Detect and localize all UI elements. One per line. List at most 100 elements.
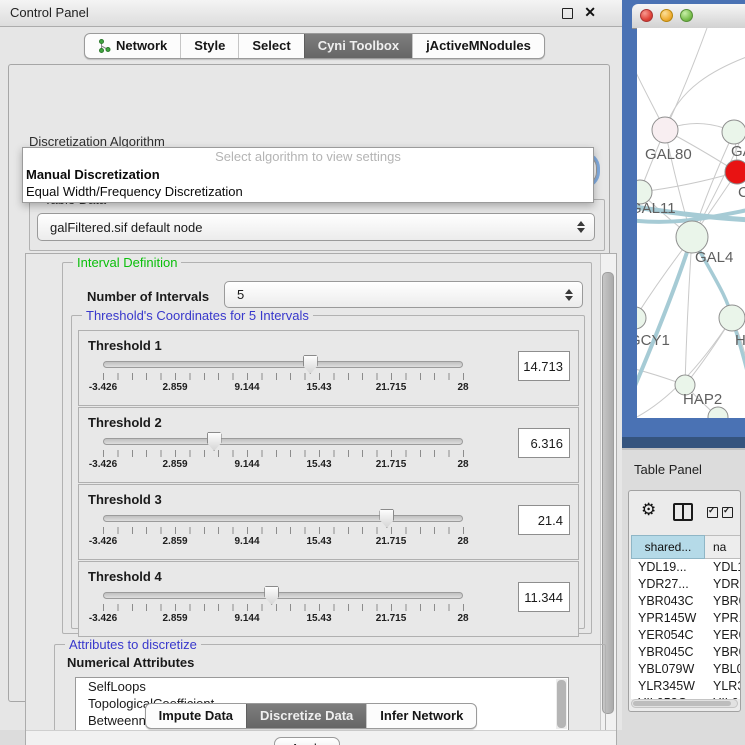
threshold-2-slider[interactable]: -3.426 2.859 9.144 15.43 21.715 28 — [103, 436, 463, 476]
table-row[interactable]: YBR045CYBR0 — [631, 644, 741, 661]
table-panel-toolbar: ⚙ — [629, 495, 740, 529]
horizontal-scrollbar[interactable] — [631, 699, 738, 708]
checkbox-icon[interactable] — [707, 507, 718, 518]
table-header-row: shared... na — [631, 535, 741, 559]
cell[interactable]: YBL079W — [631, 661, 705, 678]
algorithm-popup-hint: Select algorithm to view settings — [23, 148, 593, 166]
tab-infer-network[interactable]: Infer Network — [366, 704, 476, 728]
popup-option-manual-discretization[interactable]: Manual Discretization — [23, 166, 593, 183]
slider-track[interactable] — [103, 361, 463, 368]
table-row[interactable]: YPR145WYPR1 — [631, 610, 741, 627]
table-panel-titlebar: Table Panel — [622, 448, 745, 488]
slider-track[interactable] — [103, 438, 463, 445]
numerical-attributes-label: Numerical Attributes — [67, 655, 194, 670]
table-data-combobox[interactable]: galFiltered.sif default node — [37, 213, 595, 241]
cell[interactable]: YDR2 — [705, 576, 741, 593]
table-panel: ⚙ shared... na YDL19...YDL1 YDR27...YDR2… — [628, 490, 741, 712]
cell[interactable]: YLR3 — [705, 678, 741, 695]
table-row[interactable]: YER054CYER0 — [631, 627, 741, 644]
slider-ticks — [103, 527, 464, 534]
list-item[interactable]: SelfLoops — [76, 678, 568, 695]
cell[interactable]: YDL19... — [631, 559, 705, 576]
close-traffic-light-icon[interactable] — [640, 9, 653, 22]
tick-label: 15.43 — [294, 459, 344, 470]
cell[interactable]: YER054C — [631, 627, 705, 644]
tick-label: 2.859 — [150, 459, 200, 470]
apply-button[interactable]: Apply — [274, 737, 340, 745]
cell[interactable]: YBR045C — [631, 644, 705, 661]
tab-select[interactable]: Select — [238, 34, 303, 58]
split-columns-icon[interactable] — [673, 503, 693, 521]
table-row[interactable]: YBL079WYBL0 — [631, 661, 741, 678]
tab-impute-data[interactable]: Impute Data — [146, 704, 246, 728]
combo-spinner-icon — [577, 221, 585, 233]
threshold-1-value-field[interactable]: 14.713 — [518, 351, 570, 381]
slider-track[interactable] — [103, 515, 463, 522]
cyni-bottom-tabs: Impute Data Discretize Data Infer Networ… — [0, 703, 622, 729]
tick-label: 2.859 — [150, 382, 200, 393]
node-label-gal80: GAL80 — [645, 146, 692, 163]
tab-discretize-data[interactable]: Discretize Data — [246, 704, 366, 728]
scrollbar-thumb[interactable] — [633, 701, 731, 706]
tick-label: 21.715 — [366, 459, 416, 470]
slider-thumb[interactable] — [264, 586, 279, 605]
close-icon[interactable]: ✕ — [584, 4, 596, 21]
network-window-bottom-edge — [622, 437, 745, 448]
float-window-icon[interactable] — [562, 8, 573, 19]
network-icon — [98, 39, 111, 53]
tick-label: 9.144 — [222, 536, 272, 547]
cell[interactable]: YBR0 — [705, 644, 741, 661]
tab-jactivemnodules[interactable]: jActiveMNodules — [412, 34, 544, 58]
column-header-shared-name[interactable]: shared... — [631, 535, 705, 559]
tick-label: 9.144 — [222, 382, 272, 393]
tab-select-label: Select — [252, 34, 290, 58]
slider-thumb[interactable] — [379, 509, 394, 528]
slider-ticks — [103, 373, 464, 380]
threshold-4-slider[interactable]: -3.426 2.859 9.144 15.43 21.715 28 — [103, 590, 463, 630]
cell[interactable]: YER0 — [705, 627, 741, 644]
node-bottom — [708, 407, 728, 418]
table-row[interactable]: YBR043CYBR0 — [631, 593, 741, 610]
slider-thumb[interactable] — [303, 355, 318, 374]
cell[interactable]: YBR043C — [631, 593, 705, 610]
table-body[interactable]: YDL19...YDL1 YDR27...YDR2 YBR043CYBR0 YP… — [631, 559, 741, 699]
table-row[interactable]: YDL19...YDL1 — [631, 559, 741, 576]
cell[interactable]: YDL1 — [705, 559, 741, 576]
threshold-coordinates-group: Threshold's Coordinates for 5 Intervals … — [71, 315, 585, 629]
network-window-titlebar[interactable] — [632, 4, 745, 29]
tab-cyni-toolbox[interactable]: Cyni Toolbox — [304, 34, 412, 58]
tab-infer-network-label: Infer Network — [380, 704, 463, 728]
combo-spinner-icon — [565, 289, 573, 301]
tick-label: 15.43 — [294, 613, 344, 624]
column-header-name[interactable]: na — [705, 535, 741, 559]
network-canvas[interactable]: GAL80 GA C GAL11 GAL4 GCY1 H HAP2 — [637, 28, 745, 418]
minimize-traffic-light-icon[interactable] — [660, 9, 673, 22]
cell[interactable]: YBR0 — [705, 593, 741, 610]
cell[interactable]: YPR1 — [705, 610, 741, 627]
cell[interactable]: YLR345W — [631, 678, 705, 695]
slider-track[interactable] — [103, 592, 463, 599]
table-row[interactable]: YLR345WYLR3 — [631, 678, 741, 695]
num-intervals-combobox[interactable]: 5 — [224, 281, 583, 308]
table-row[interactable]: YDR27...YDR2 — [631, 576, 741, 593]
cell[interactable]: YPR145W — [631, 610, 705, 627]
cell[interactable]: YBL0 — [705, 661, 741, 678]
tick-label: 28 — [438, 459, 488, 470]
tab-impute-data-label: Impute Data — [159, 704, 233, 728]
tick-label: 15.43 — [294, 536, 344, 547]
zoom-traffic-light-icon[interactable] — [680, 9, 693, 22]
threshold-1-slider[interactable]: -3.426 2.859 9.144 15.43 21.715 28 — [103, 359, 463, 399]
slider-thumb[interactable] — [207, 432, 222, 451]
threshold-2-value-field[interactable]: 6.316 — [518, 428, 570, 458]
threshold-4-value-field[interactable]: 11.344 — [518, 582, 570, 612]
popup-option-equal-width[interactable]: Equal Width/Frequency Discretization — [23, 183, 593, 200]
threshold-3-slider[interactable]: -3.426 2.859 9.144 15.43 21.715 28 — [103, 513, 463, 553]
tab-style-label: Style — [194, 34, 225, 58]
tab-style[interactable]: Style — [180, 34, 238, 58]
threshold-3-value-field[interactable]: 21.4 — [518, 505, 570, 535]
tab-network[interactable]: Network — [85, 34, 180, 58]
slider-tick-labels: -3.426 2.859 9.144 15.43 21.715 28 — [103, 382, 463, 394]
gear-icon[interactable]: ⚙ — [641, 500, 656, 520]
cell[interactable]: YDR27... — [631, 576, 705, 593]
checkbox-icon[interactable] — [722, 507, 733, 518]
